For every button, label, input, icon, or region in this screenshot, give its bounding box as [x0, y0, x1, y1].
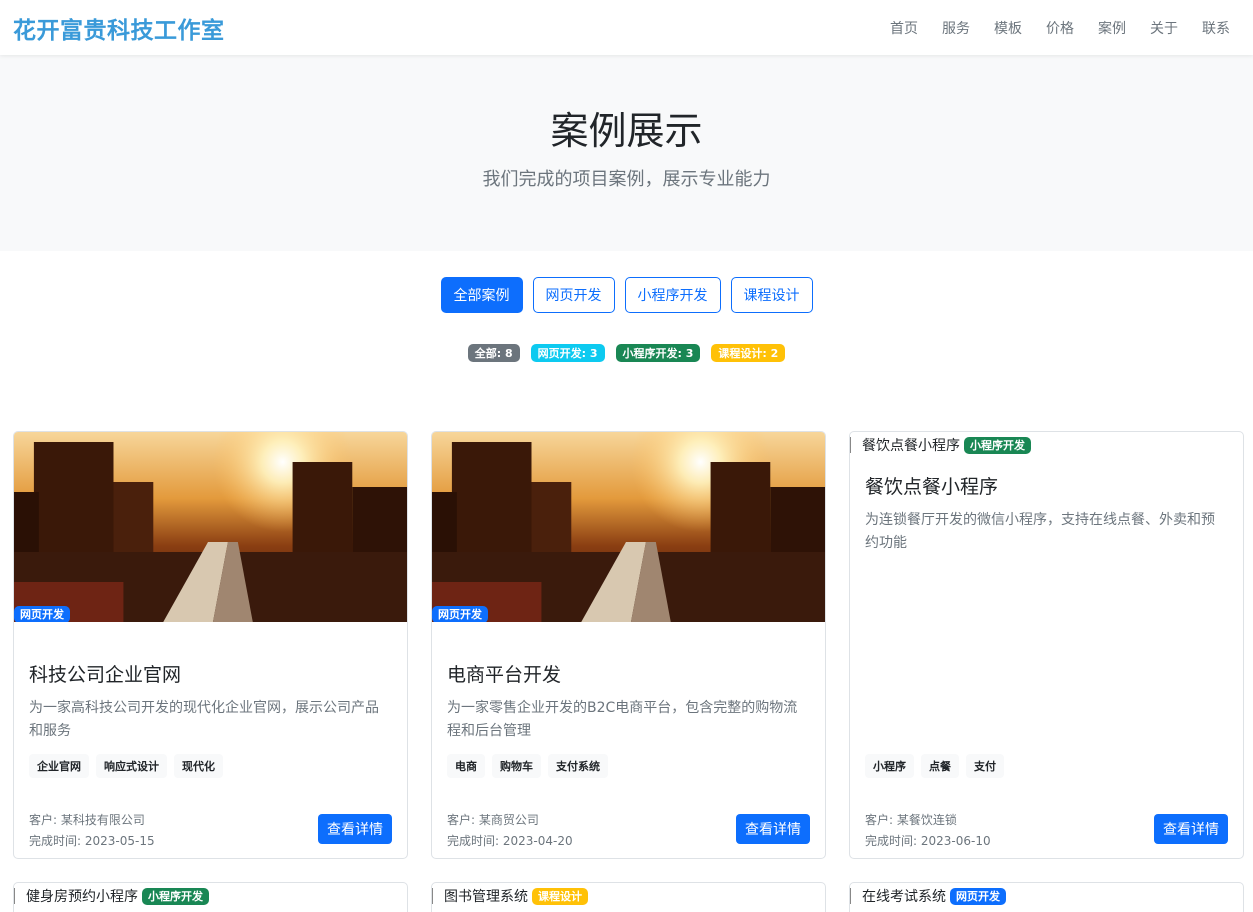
tag: 响应式设计 — [96, 754, 167, 778]
case-card: 餐饮点餐小程序 小程序开发 餐饮点餐小程序 为连锁餐厅开发的微信小程序，支持在线… — [849, 431, 1244, 859]
case-card: 网页开发 电商平台开发 为一家零售企业开发的B2C电商平台，包含完整的购物流程和… — [431, 431, 826, 859]
client-name: 客户: 某科技有限公司 — [29, 813, 145, 827]
case-title: 电商平台开发 — [447, 664, 562, 686]
hero-section: 案例展示 我们完成的项目案例，展示专业能力 — [0, 55, 1253, 251]
tag: 企业官网 — [29, 754, 89, 778]
case-title: 餐饮点餐小程序 — [865, 476, 999, 498]
completion-date: 完成时间: 2023-06-10 — [865, 834, 991, 848]
broken-image-icon — [432, 888, 440, 904]
count-badge-web: 网页开发: 3 — [530, 344, 605, 362]
nav-about[interactable]: 关于 — [1138, 18, 1190, 38]
count-badge-all: 全部: 8 — [467, 344, 520, 362]
case-image-broken: 在线考试系统 网页开发 — [850, 883, 1243, 907]
view-details-button[interactable]: 查看详情 — [736, 814, 810, 844]
completion-date: 完成时间: 2023-05-15 — [29, 834, 155, 848]
case-image: 网页开发 — [14, 432, 407, 622]
case-description: 为连锁餐厅开发的微信小程序，支持在线点餐、外卖和预约功能 — [865, 512, 1215, 551]
card-body: 餐饮点餐小程序 为连锁餐厅开发的微信小程序，支持在线点餐、外卖和预约功能 — [865, 472, 1228, 555]
client-name: 客户: 某商贸公司 — [447, 813, 539, 827]
case-meta: 客户: 某科技有限公司 完成时间: 2023-05-15 — [29, 810, 155, 852]
case-image-broken: 健身房预约小程序 小程序开发 — [14, 883, 407, 907]
page-title: 案例展示 — [550, 109, 703, 153]
tag: 购物车 — [492, 754, 541, 778]
tag: 支付系统 — [548, 754, 608, 778]
filter-all-button[interactable]: 全部案例 — [440, 277, 523, 313]
brand-logo[interactable]: 花开富贵科技工作室 — [13, 11, 225, 45]
nav-templates[interactable]: 模板 — [982, 18, 1034, 38]
nav-contact[interactable]: 联系 — [1190, 18, 1240, 38]
card-body: 电商平台开发 为一家零售企业开发的B2C电商平台，包含完整的购物流程和后台管理 — [447, 660, 810, 743]
case-image-broken: 餐饮点餐小程序 小程序开发 — [850, 432, 1243, 456]
tag-list: 电商 购物车 支付系统 — [447, 754, 608, 778]
client-name: 客户: 某餐饮连锁 — [865, 813, 957, 827]
case-card: 图书管理系统 课程设计 — [431, 882, 826, 912]
case-image: 网页开发 — [432, 432, 825, 622]
card-body: 科技公司企业官网 为一家高科技公司开发的现代化企业官网，展示公司产品和服务 — [29, 660, 392, 743]
broken-image-icon — [850, 888, 858, 904]
category-counts: 全部: 8 网页开发: 3 小程序开发: 3 课程设计: 2 — [0, 344, 1253, 362]
nav-services[interactable]: 服务 — [930, 18, 982, 38]
case-card: 健身房预约小程序 小程序开发 — [13, 882, 408, 912]
navbar: 花开富贵科技工作室 首页 服务 模板 价格 案例 关于 联系 — [0, 0, 1253, 55]
category-badge: 网页开发 — [14, 606, 70, 622]
case-title: 科技公司企业官网 — [29, 664, 182, 686]
tag: 小程序 — [865, 754, 914, 778]
nav-home[interactable]: 首页 — [878, 18, 930, 38]
tag-list: 小程序 点餐 支付 — [865, 754, 1004, 778]
tag: 支付 — [966, 754, 1004, 778]
count-badge-course: 课程设计: 2 — [711, 344, 786, 362]
nav-links: 首页 服务 模板 价格 案例 关于 联系 — [878, 18, 1240, 38]
category-badge: 网页开发 — [432, 606, 488, 622]
filter-group: 全部案例 网页开发 小程序开发 课程设计 — [0, 277, 1253, 313]
case-description: 为一家高科技公司开发的现代化企业官网，展示公司产品和服务 — [29, 700, 379, 739]
tag: 电商 — [447, 754, 485, 778]
category-badge: 网页开发 — [950, 887, 1006, 905]
category-badge: 小程序开发 — [964, 436, 1031, 454]
case-card: 在线考试系统 网页开发 — [849, 882, 1244, 912]
tag: 现代化 — [174, 754, 223, 778]
filter-course-button[interactable]: 课程设计 — [730, 277, 813, 313]
image-alt-text: 图书管理系统 — [444, 889, 528, 905]
tag: 点餐 — [921, 754, 959, 778]
tag-list: 企业官网 响应式设计 现代化 — [29, 754, 223, 778]
broken-image-icon — [14, 888, 22, 904]
category-badge: 课程设计 — [532, 887, 588, 905]
image-alt-text: 在线考试系统 — [862, 889, 946, 905]
completion-date: 完成时间: 2023-04-20 — [447, 834, 573, 848]
nav-pricing[interactable]: 价格 — [1034, 18, 1086, 38]
nav-cases[interactable]: 案例 — [1086, 18, 1138, 38]
case-meta: 客户: 某餐饮连锁 完成时间: 2023-06-10 — [865, 810, 991, 852]
view-details-button[interactable]: 查看详情 — [1154, 814, 1228, 844]
image-alt-text: 餐饮点餐小程序 — [862, 438, 960, 454]
view-details-button[interactable]: 查看详情 — [318, 814, 392, 844]
case-card: 网页开发 科技公司企业官网 为一家高科技公司开发的现代化企业官网，展示公司产品和… — [13, 431, 408, 859]
case-description: 为一家零售企业开发的B2C电商平台，包含完整的购物流程和后台管理 — [447, 700, 798, 739]
count-badge-miniprogram: 小程序开发: 3 — [615, 344, 701, 362]
image-alt-text: 健身房预约小程序 — [26, 889, 138, 905]
filter-miniprogram-button[interactable]: 小程序开发 — [624, 277, 721, 313]
broken-image-icon — [850, 437, 858, 453]
case-meta: 客户: 某商贸公司 完成时间: 2023-04-20 — [447, 810, 573, 852]
case-image-broken: 图书管理系统 课程设计 — [432, 883, 825, 907]
category-badge: 小程序开发 — [142, 887, 209, 905]
page-subtitle: 我们完成的项目案例，展示专业能力 — [482, 169, 771, 190]
filter-web-button[interactable]: 网页开发 — [532, 277, 615, 313]
